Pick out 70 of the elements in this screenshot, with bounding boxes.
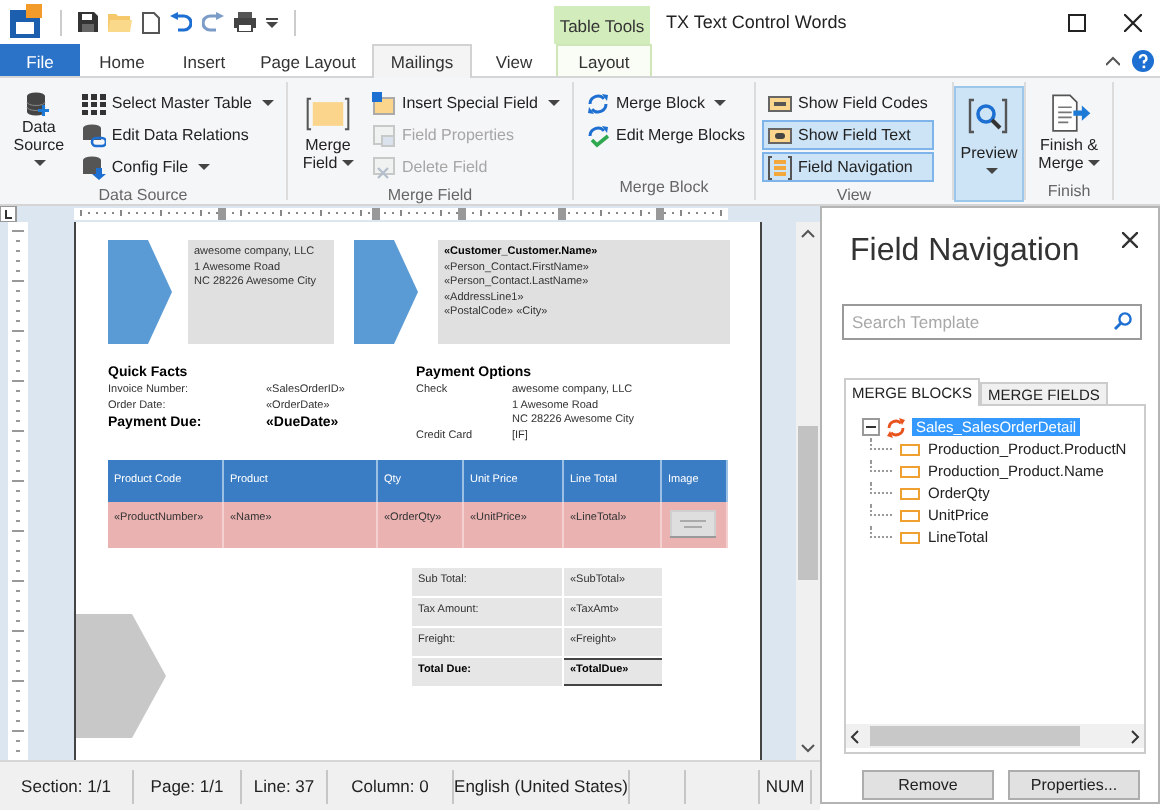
ribbon-tab[interactable]: File (0, 44, 80, 76)
circular-arrows-icon (886, 417, 906, 437)
delete-field-icon (371, 155, 396, 179)
close-button[interactable] (1122, 232, 1138, 248)
group-label: Merge Field (385, 184, 475, 208)
field-properties-icon (371, 123, 396, 147)
ribbon-tab[interactable]: View (472, 44, 556, 76)
status-item: Line: 37 (242, 769, 328, 803)
status-item: Section: 1/1 (0, 769, 134, 803)
maximize-icon (1067, 13, 1085, 31)
close-icon (1122, 232, 1138, 248)
close-icon (1123, 13, 1141, 31)
group-label: Merge Block (617, 176, 711, 200)
window-title: TX Text Control Words (666, 12, 847, 32)
ribbon-button[interactable]: Finish & Merge (1032, 86, 1106, 178)
ribbon-button[interactable]: Edit Data Relations (75, 120, 280, 150)
ribbon-button[interactable]: Data Source (6, 86, 72, 178)
contextual-tab-group-label: Table Tools (554, 6, 650, 44)
scroll-right-icon[interactable] (1126, 727, 1144, 745)
ribbon-button[interactable]: Insert Special Field (365, 88, 566, 118)
ribbon-tab[interactable]: Insert (164, 44, 244, 76)
arrow-shape (108, 240, 172, 344)
special-field-icon (371, 91, 396, 115)
ribbon-button[interactable]: Merge Block (580, 88, 751, 118)
redo-icon[interactable] (202, 12, 224, 32)
caret-icon[interactable] (266, 17, 278, 27)
undo-icon[interactable] (170, 12, 192, 32)
ribbon-button[interactable]: Select Master Table (75, 88, 280, 118)
ribbon-button[interactable]: Merge Field (294, 86, 362, 178)
group-label: View (834, 184, 874, 208)
ribbon-button[interactable]: Show Field Codes (762, 88, 934, 118)
panel-title: Field Navigation (850, 234, 1082, 270)
status-item: English (United States) (454, 769, 630, 803)
group-label: Finish (1045, 180, 1093, 204)
collapse-caret-icon[interactable] (1106, 55, 1120, 65)
ribbon-button[interactable]: Config File (75, 152, 280, 182)
arrow-shape (354, 240, 418, 344)
panel-button[interactable]: Properties... (1008, 770, 1140, 800)
printer-icon[interactable] (234, 12, 256, 32)
save-icon[interactable] (78, 12, 98, 32)
status-item: NUM (760, 769, 812, 803)
circular-arrows-icon (586, 91, 610, 115)
ribbon-button[interactable]: Preview (954, 86, 1024, 202)
grid-icon (81, 91, 106, 115)
pentagon-shape (76, 614, 166, 738)
ribbon-tab[interactable]: Layout (556, 44, 652, 76)
ribbon-button[interactable]: Show Field Text (762, 120, 934, 150)
circular-arrows-check-icon (586, 123, 610, 147)
group-label: Data Source (96, 184, 190, 208)
field-text-icon (768, 123, 792, 147)
search-field[interactable]: Search Template (842, 304, 1142, 340)
ribbon-tab[interactable]: Mailings (372, 44, 472, 78)
help-icon[interactable] (1132, 49, 1154, 71)
scrollbar-thumb[interactable] (798, 426, 818, 580)
ribbon-button[interactable]: Edit Merge Blocks (580, 120, 751, 150)
search-icon (1114, 312, 1132, 330)
field-navigation-icon (768, 155, 792, 179)
ribbon-button[interactable]: Field Navigation (762, 152, 934, 182)
merge-field-icon (301, 92, 354, 136)
field-codes-icon (768, 91, 792, 115)
collapse-icon[interactable] (862, 418, 880, 436)
document-icon[interactable] (142, 11, 160, 33)
status-item: Column: 0 (328, 769, 454, 803)
panel-button[interactable]: Remove (862, 770, 994, 800)
database-link-icon (81, 123, 106, 147)
ribbon-tab[interactable]: Home (80, 44, 164, 76)
scrollbar-thumb[interactable] (870, 726, 1080, 746)
status-item: Page: 1/1 (134, 769, 242, 803)
ribbon-tab[interactable]: Page Layout (244, 44, 372, 76)
scroll-left-icon[interactable] (846, 727, 864, 745)
